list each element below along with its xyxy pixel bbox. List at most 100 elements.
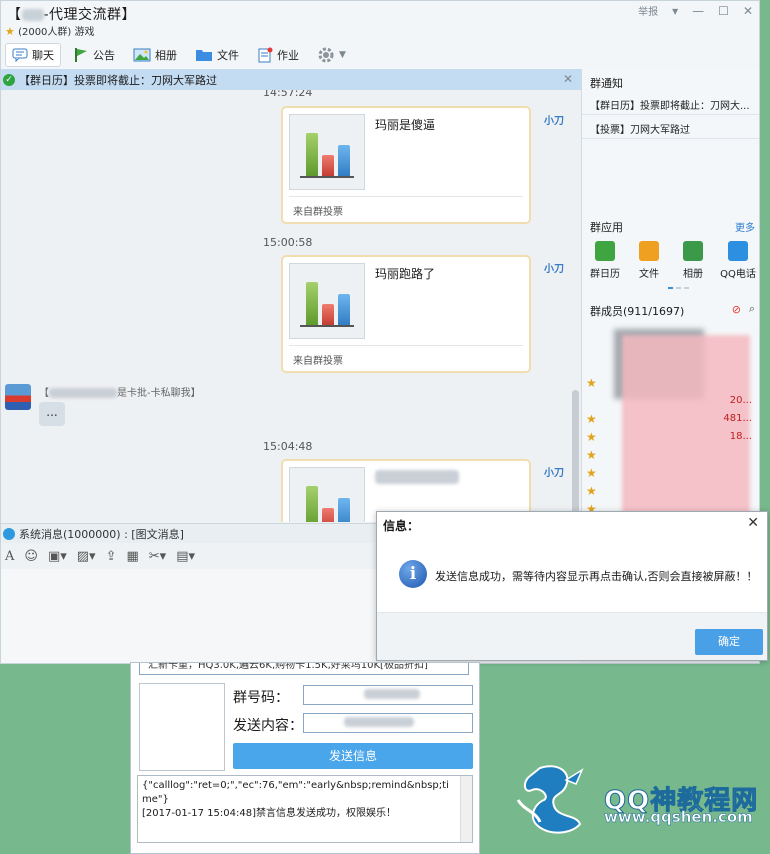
redacted-name (49, 388, 117, 398)
sender-tool-window: 汇新卡重，HQ3.0K,遍云6K,购物卡1.5K,好莱坞10K[极品折扣] 群号… (130, 662, 480, 854)
report-link[interactable]: 举报 (638, 3, 658, 18)
log-line: [2017-01-17 15:04:48]禁言信息发送成功，权限娱乐！ (142, 808, 397, 819)
dialog-title: 信息： (383, 519, 420, 533)
poll-source: 来自群投票 (293, 207, 343, 218)
chat-icon (12, 48, 28, 62)
gear-icon (318, 47, 334, 63)
member-row[interactable]: ★ (586, 375, 756, 392)
log-output[interactable]: {"calllog":"ret=0;","ec":76,"em":"early&… (137, 775, 473, 843)
screenshot-icon[interactable]: ▣▾ (48, 549, 67, 564)
poll-title (375, 469, 459, 484)
message-time: 15:00:58 (263, 236, 313, 249)
tab-chat[interactable]: 聊天 (5, 43, 61, 67)
divider (582, 114, 759, 115)
more-link[interactable]: 更多 (735, 219, 755, 234)
right-panel: 群通知 【群日历】投票即将截止：刀网大... 【投票】刀网大军路过 群应用 更多… (581, 69, 759, 521)
star-icon: ★ (5, 25, 15, 38)
maximize-icon[interactable]: ☐ (718, 4, 729, 18)
notice-item[interactable]: 【群日历】投票即将截止：刀网大... (590, 97, 750, 112)
member-row[interactable]: ★ 18... (586, 429, 756, 446)
info-icon: i (399, 560, 427, 588)
sender-name[interactable]: 小刀 (544, 464, 564, 479)
emoji-icon[interactable]: ☺ (24, 549, 38, 564)
member-row[interactable]: ★ (586, 483, 756, 500)
send-button[interactable]: 发送信息 (233, 743, 473, 769)
gift-icon[interactable]: ▦ (126, 549, 138, 564)
notice-bar[interactable]: ✓ 【群日历】投票即将截止：刀网大军路过 ✕ (1, 69, 581, 90)
divider (289, 196, 523, 197)
avatar[interactable] (5, 384, 31, 410)
message-bubble[interactable]: ... (39, 402, 65, 426)
redacted-value (344, 717, 414, 727)
tool-image (139, 683, 225, 771)
close-icon[interactable]: ✕ (743, 4, 753, 18)
sender-name[interactable]: 小刀 (544, 112, 564, 127)
notice-heading: 群通知 (590, 77, 623, 90)
title-bar: 【-代理交流群】 ★ (2000人群) 游戏 举报 ▾ — ☐ ✕ (1, 1, 759, 41)
apps-heading: 群应用 (590, 221, 623, 234)
sender-name[interactable]: 小刀 (544, 260, 564, 275)
group-number-label: 群号码： (233, 690, 289, 706)
check-icon: ✓ (3, 73, 15, 86)
chat-area: 14:57:24 玛丽是傻逼 来自群投票 小刀 15:00:58 玛丽跑路了 来… (1, 90, 581, 522)
tab-homework[interactable]: 作业 (251, 43, 305, 67)
system-icon (3, 527, 15, 540)
search-icon[interactable]: ⌕ (749, 302, 755, 316)
message-time: 15:04:48 (263, 440, 313, 453)
chat-scrollbar[interactable] (572, 390, 579, 520)
member-row[interactable]: ★ 481... (586, 411, 756, 428)
page-dots (668, 287, 689, 289)
app-album[interactable]: 相册 (674, 241, 712, 280)
photo-icon (683, 241, 703, 261)
poll-chart-icon (289, 467, 365, 522)
dialog-footer: 确定 (377, 612, 767, 660)
poll-card[interactable]: 玛丽跑路了 来自群投票 (281, 255, 531, 373)
dropdown-icon[interactable]: ▾ (672, 4, 678, 18)
flag-icon (75, 48, 87, 62)
app-calendar[interactable]: 群日历 (586, 241, 624, 280)
font-icon[interactable]: A (5, 549, 14, 564)
member-row[interactable]: ★ (586, 465, 756, 482)
app-qq-call[interactable]: QQ电话 (716, 241, 759, 280)
tab-album[interactable]: 相册 (127, 43, 183, 67)
log-scrollbar[interactable] (460, 776, 472, 842)
content-field[interactable] (303, 713, 473, 733)
poll-chart-icon (289, 263, 365, 339)
member-row[interactable]: ★ (586, 447, 756, 464)
tool-banner: 汇新卡重，HQ3.0K,遍云6K,购物卡1.5K,好莱坞10K[极品折扣] (139, 663, 469, 675)
member-row[interactable]: 20... (586, 393, 756, 410)
member-name[interactable]: 【是卡批-卡私聊我】 (39, 384, 201, 399)
dialog-message: 发送信息成功，需等待内容显示再点击确认,否则会直接被屏蔽！！ (435, 570, 758, 583)
close-icon[interactable]: ✕ (747, 515, 759, 531)
photo-icon (133, 48, 151, 62)
tab-files[interactable]: 文件 (189, 43, 245, 67)
close-icon[interactable]: ✕ (563, 72, 573, 86)
app-files[interactable]: 文件 (630, 241, 668, 280)
scissors-icon[interactable]: ✂▾ (149, 549, 166, 564)
content-label: 发送内容： (233, 718, 303, 734)
redacted-title (375, 469, 459, 484)
member-list[interactable]: ★ 20... ★ 481... ★ 18... ★ ★ ★ ★ (582, 315, 759, 521)
watermark-url: www.qqshen.com (604, 808, 753, 827)
divider (582, 138, 759, 139)
tab-announcement[interactable]: 公告 (67, 43, 121, 67)
group-number-field[interactable] (303, 685, 473, 705)
calendar-icon (595, 241, 615, 261)
group-title: 【-代理交流群】 (7, 7, 137, 23)
message-time: 14:57:24 (263, 90, 313, 99)
more-tools-icon[interactable]: ▤▾ (176, 549, 195, 564)
ok-button[interactable]: 确定 (695, 629, 763, 655)
log-line: {"calllog":"ret=0;","ec":76,"em":"early&… (142, 780, 449, 805)
upload-icon[interactable]: ⇪ (106, 549, 117, 564)
redacted-name (21, 9, 44, 21)
settings-button[interactable]: ▼ (311, 43, 352, 67)
redacted-value (364, 689, 420, 699)
image-icon[interactable]: ▨▾ (77, 549, 96, 564)
minimize-icon[interactable]: — (692, 4, 704, 18)
poll-card[interactable]: 玛丽是傻逼 来自群投票 (281, 106, 531, 224)
dragon-logo-icon (516, 765, 584, 834)
notice-item[interactable]: 【投票】刀网大军路过 (590, 121, 690, 136)
poll-title: 玛丽跑路了 (375, 267, 436, 281)
group-toolbar: 聊天 公告 相册 文件 作业 ▼ (1, 41, 759, 69)
poll-title: 玛丽是傻逼 (375, 118, 436, 132)
